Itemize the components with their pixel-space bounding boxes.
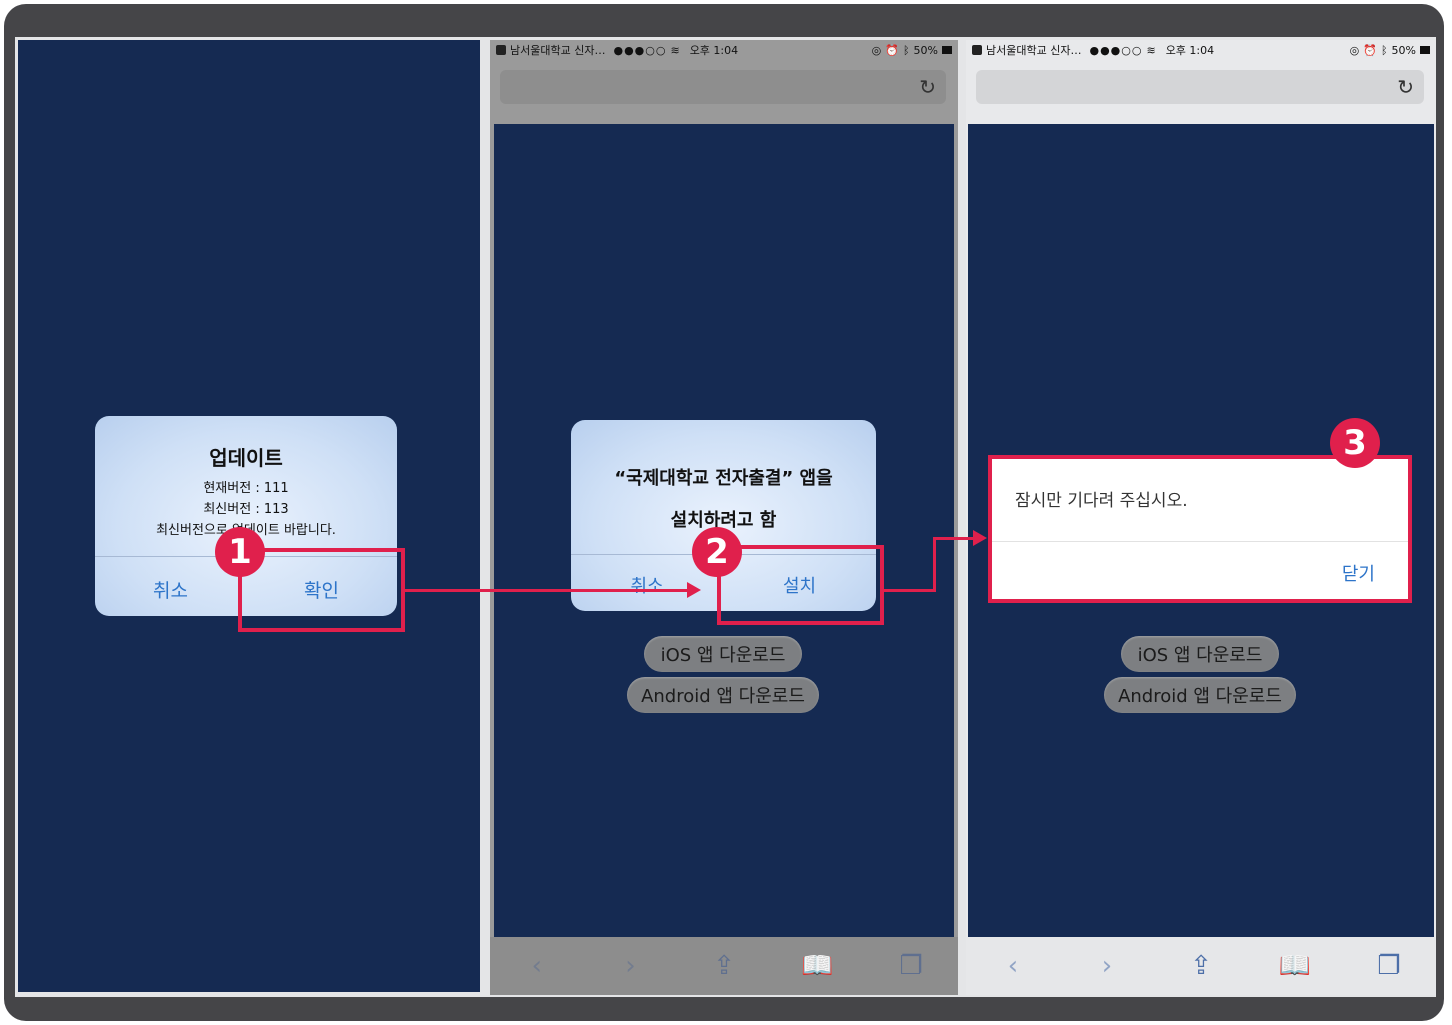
location-icon: ◎ [1349,43,1360,57]
forward-icon[interactable]: › [610,951,650,981]
reload-icon[interactable]: ↻ [919,75,936,99]
alarm-icon: ⏰ [885,43,899,57]
battery-icon [1420,46,1430,54]
battery-label: 50% [1391,43,1416,57]
clock: 오후 1:04 [689,44,739,57]
signal-icon: ●●●○○ [1089,43,1143,57]
current-version: 현재버전 : 111 [203,481,289,496]
status-bar: 남서울대학교 신자… ●●●○○ ≋ 오후 1:04 ◎ ⏰ ᛒ 50% [966,40,1436,60]
connector-2-3-v [933,537,936,592]
android-download-button[interactable]: Android 앱 다운로드 [1104,677,1296,713]
wifi-icon: ≋ [670,43,680,57]
back-icon[interactable]: ‹ [517,951,557,981]
step3-highlight-box [988,455,1412,603]
carrier-label: 남서울대학교 신자… [510,44,606,57]
step-badge-2: 2 [692,527,742,577]
status-bar: 남서울대학교 신자… ●●●○○ ≋ 오후 1:04 ◎ ⏰ ᛒ 50% [490,40,958,60]
connector-2-3-h2 [933,537,975,540]
latest-version: 최신버전 : 113 [203,502,289,517]
browser-toolbar: ‹ › ⇪ 📖 ❐ [966,937,1436,995]
url-bar[interactable]: ↻ [500,70,946,104]
share-icon[interactable]: ⇪ [704,951,744,981]
ios-download-button[interactable]: iOS 앱 다운로드 [644,636,802,672]
app-icon [496,45,506,55]
carrier-label: 남서울대학교 신자… [986,44,1082,57]
bluetooth-icon: ᛒ [902,43,910,57]
alarm-icon: ⏰ [1363,43,1377,57]
forward-icon[interactable]: › [1087,951,1127,981]
location-icon: ◎ [871,43,882,57]
signal-icon: ●●●○○ [613,43,667,57]
bookmarks-icon[interactable]: 📖 [798,951,838,981]
connector-1-2 [405,589,689,592]
tabs-icon[interactable]: ❐ [1369,951,1409,981]
battery-label: 50% [913,43,938,57]
step-badge-1: 1 [215,527,265,577]
reload-icon[interactable]: ↻ [1397,75,1414,99]
connector-2-3-h1 [884,589,936,592]
url-bar[interactable]: ↻ [976,70,1424,104]
ios-download-button[interactable]: iOS 앱 다운로드 [1121,636,1279,672]
bluetooth-icon: ᛒ [1380,43,1388,57]
share-icon[interactable]: ⇪ [1181,951,1221,981]
wifi-icon: ≋ [1146,43,1156,57]
bookmarks-icon[interactable]: 📖 [1275,951,1315,981]
alert-title: “국제대학교 전자출결” 앱을 [614,468,833,489]
android-download-button[interactable]: Android 앱 다운로드 [627,677,819,713]
browser-toolbar: ‹ › ⇪ 📖 ❐ [490,937,958,995]
tabs-icon[interactable]: ❐ [891,951,931,981]
step-badge-3: 3 [1330,418,1380,468]
back-icon[interactable]: ‹ [993,951,1033,981]
cancel-button[interactable]: 취소 [95,576,246,603]
clock: 오후 1:04 [1165,44,1215,57]
step2-highlight-box [717,545,884,625]
battery-icon [942,46,952,54]
arrow-head-2-3 [973,530,987,546]
alert-title: 업데이트 [209,446,283,470]
app-icon [972,45,982,55]
arrow-head-1-2 [687,582,701,598]
